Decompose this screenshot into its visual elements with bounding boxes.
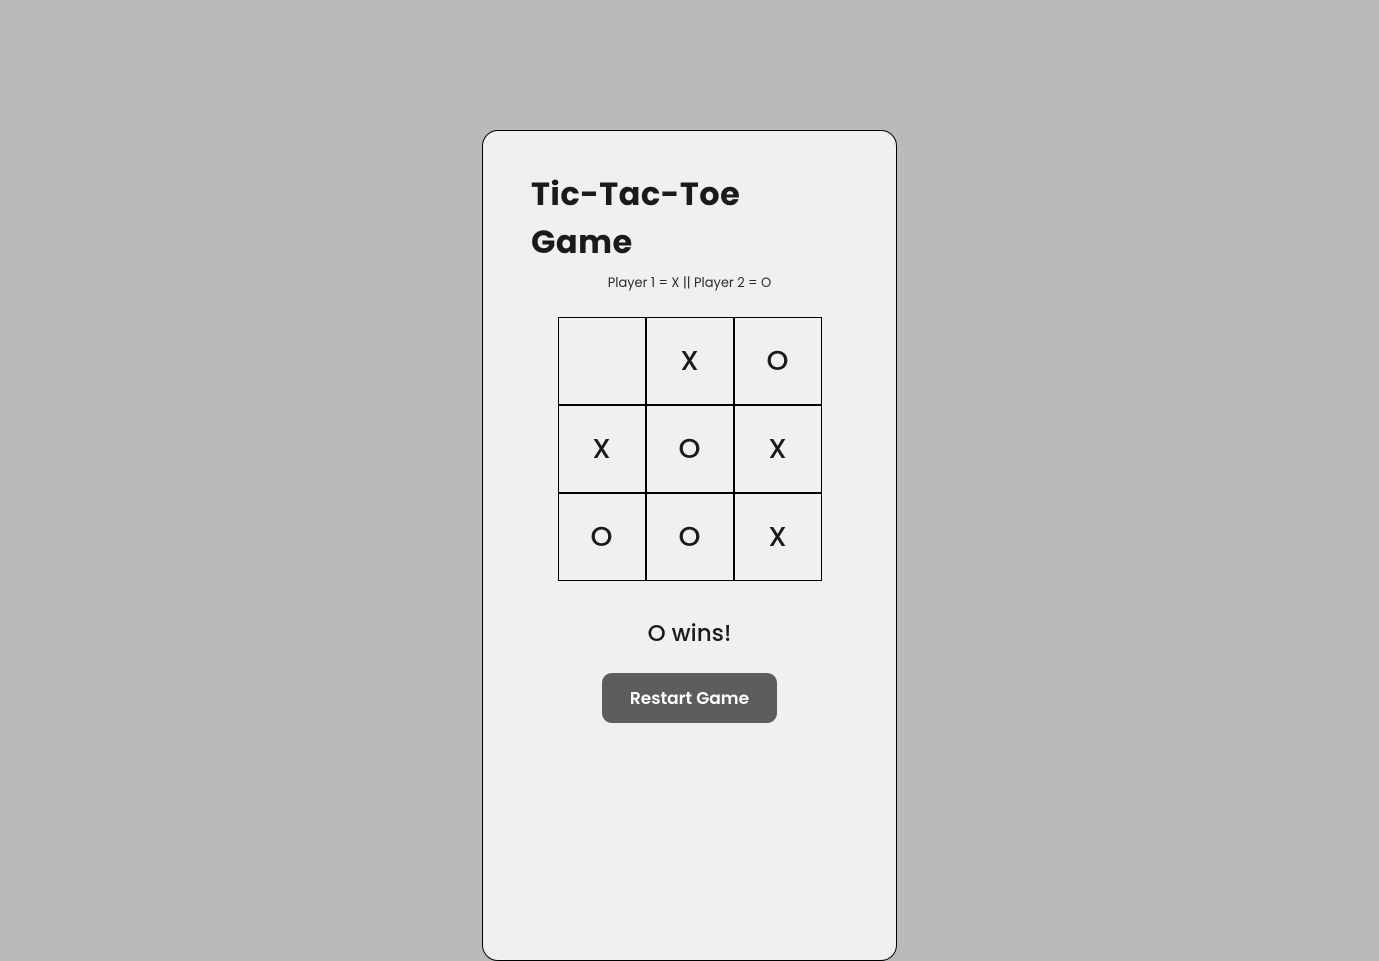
- game-board: X O X O X O O X: [558, 317, 822, 581]
- cell-4[interactable]: O: [646, 405, 734, 493]
- game-title: Tic-Tac-Toe Game: [531, 171, 848, 267]
- cell-6[interactable]: O: [558, 493, 646, 581]
- cell-5[interactable]: X: [734, 405, 822, 493]
- cell-1[interactable]: X: [646, 317, 734, 405]
- game-subtitle: Player 1 = X || Player 2 = O: [608, 273, 772, 293]
- cell-3[interactable]: X: [558, 405, 646, 493]
- restart-button[interactable]: Restart Game: [602, 673, 777, 723]
- status-text: O wins!: [648, 617, 732, 651]
- game-card: Tic-Tac-Toe Game Player 1 = X || Player …: [482, 130, 897, 961]
- cell-2[interactable]: O: [734, 317, 822, 405]
- cell-8[interactable]: X: [734, 493, 822, 581]
- cell-7[interactable]: O: [646, 493, 734, 581]
- cell-0[interactable]: [558, 317, 646, 405]
